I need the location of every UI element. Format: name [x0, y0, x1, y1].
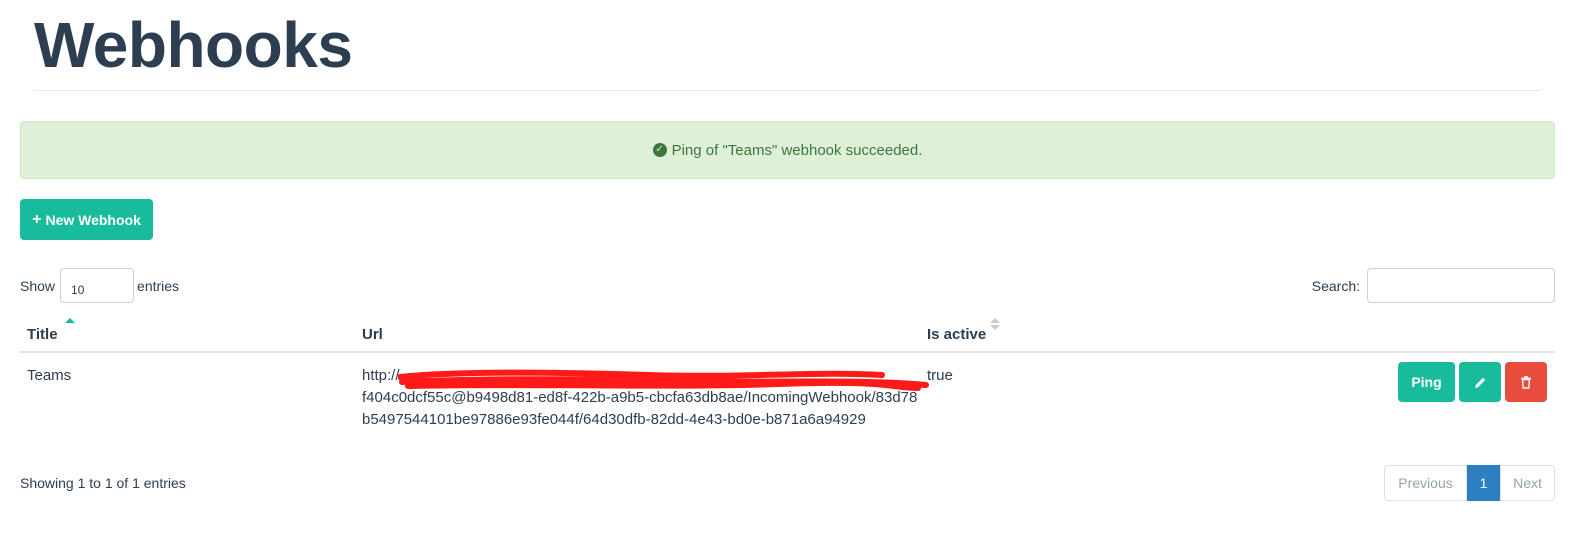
alert-message: Ping of "Teams" webhook succeeded.	[671, 141, 923, 159]
delete-button[interactable]	[1505, 362, 1547, 402]
search-label: Search:	[1311, 277, 1360, 294]
show-label: Show	[20, 277, 56, 294]
column-header-is-active[interactable]: Is active	[927, 318, 1000, 343]
previous-page-button[interactable]: Previous	[1384, 465, 1467, 501]
table-row: Teams http:// f404c0dcf55c@b9498d81-ed8f…	[20, 353, 1555, 453]
column-header-url[interactable]: Url	[362, 326, 383, 343]
row-actions: Ping	[1398, 362, 1547, 402]
webhook-is-active: true	[927, 367, 953, 384]
column-header-title[interactable]: Title	[27, 318, 75, 343]
plus-icon: +	[32, 210, 42, 228]
pencil-icon	[1474, 377, 1485, 388]
search-control: Search:	[1312, 268, 1555, 303]
edit-button[interactable]	[1459, 362, 1501, 402]
entries-per-page-input[interactable]	[60, 268, 135, 303]
success-alert: ✓ Ping of "Teams" webhook succeeded.	[20, 121, 1555, 179]
entries-length-control: Show entries	[20, 268, 179, 303]
sort-asc-icon	[65, 318, 75, 323]
entries-label: entries	[137, 277, 180, 294]
ping-button[interactable]: Ping	[1398, 362, 1455, 402]
trash-icon	[1521, 375, 1531, 389]
search-input[interactable]	[1367, 268, 1555, 303]
next-page-button[interactable]: Next	[1500, 465, 1555, 501]
title-divider	[34, 90, 1540, 91]
table-info: Showing 1 to 1 of 1 entries	[20, 475, 186, 491]
redaction-scribble	[398, 369, 929, 391]
page-1-button[interactable]: 1	[1467, 465, 1500, 501]
new-webhook-label: New Webhook	[45, 211, 141, 228]
webhook-url-rest: f404c0dcf55c@b9498d81-ed8f-422b-a9b5-cbc…	[362, 389, 918, 428]
table-header: Title Url Is active	[20, 310, 1555, 353]
sort-both-icon	[990, 318, 1000, 330]
page-title: Webhooks	[34, 9, 353, 81]
check-circle-icon: ✓	[652, 143, 667, 157]
new-webhook-button[interactable]: + New Webhook	[20, 199, 153, 240]
webhook-url: http:// f404c0dcf55c@b9498d81-ed8f-422b-…	[362, 365, 929, 431]
webhook-title: Teams	[27, 367, 72, 384]
webhook-url-prefix: http://	[362, 367, 400, 384]
pagination: Previous 1 Next	[1384, 465, 1555, 501]
